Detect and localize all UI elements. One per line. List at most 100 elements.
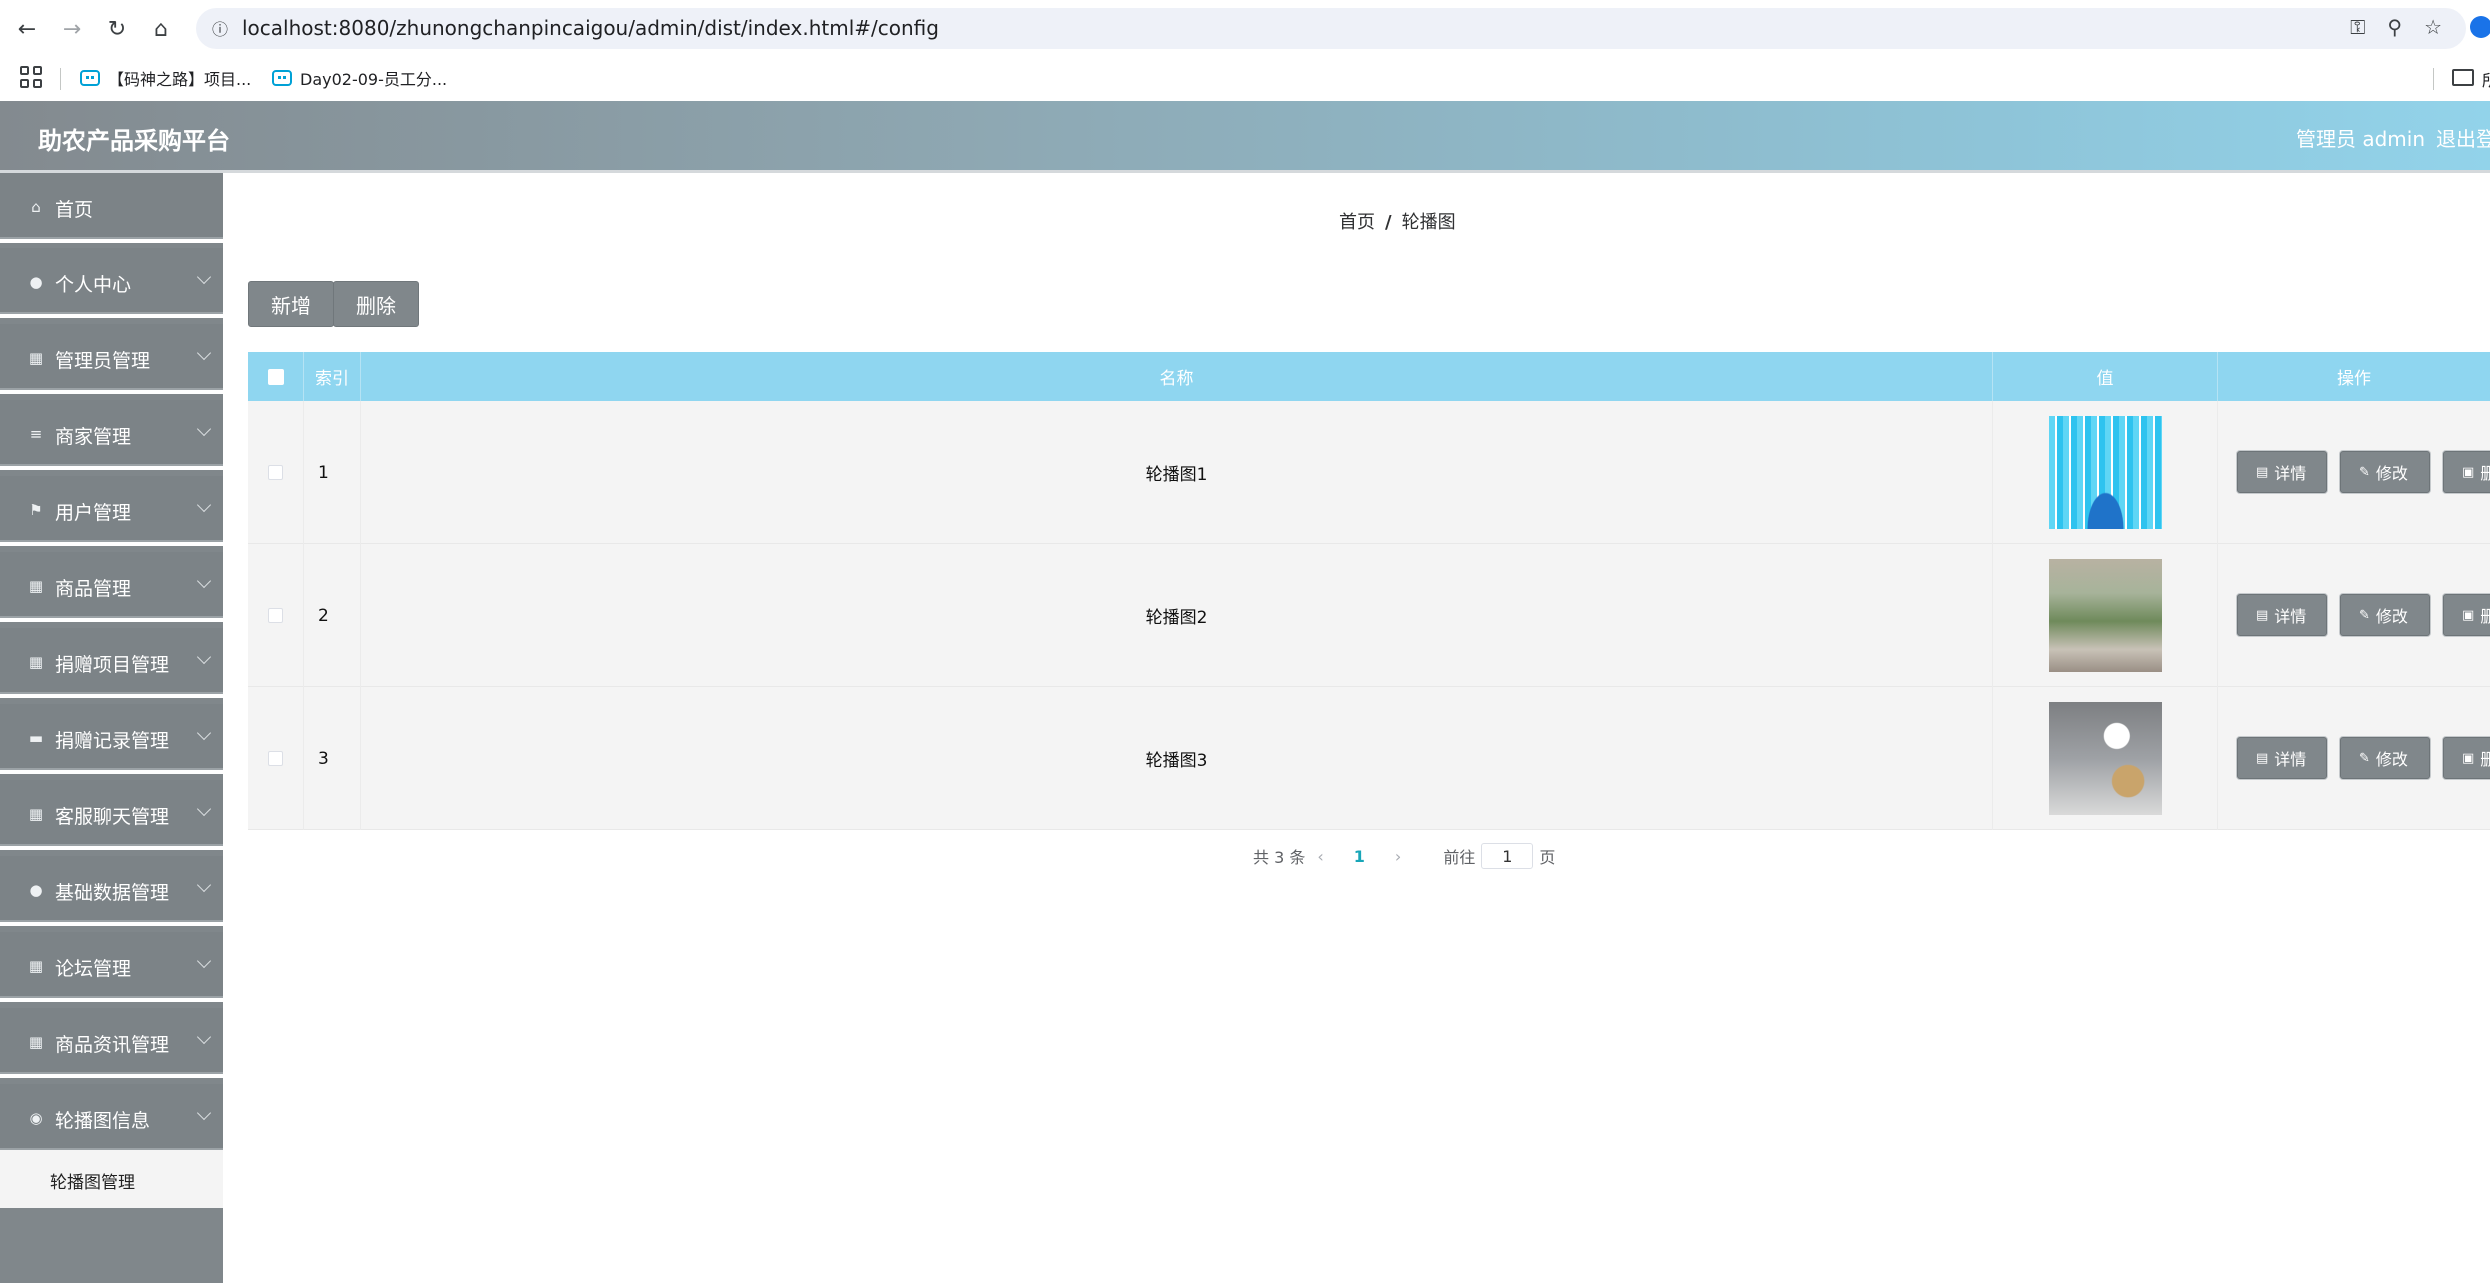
detail-label: 详情: [2274, 464, 2307, 483]
breadcrumb-home[interactable]: 首页: [1339, 212, 1375, 233]
detail-button[interactable]: ▤ 详情: [2237, 451, 2327, 493]
sidebar-item-customer-chat[interactable]: ▦ 客服聊天管理: [0, 780, 223, 850]
row-actions: ▤ 详情 ✎ 修改 ▣ 删除: [2218, 401, 2490, 544]
delete-label: 删除: [2480, 460, 2490, 484]
pagination-total: 共 3 条: [1253, 848, 1306, 867]
page-suffix: 页: [1539, 848, 1556, 867]
delete-button[interactable]: 删除: [333, 281, 419, 327]
sidebar-item-base-data[interactable]: ● 基础数据管理: [0, 856, 223, 926]
sidebar-item-label: 个人中心: [55, 274, 132, 296]
row-checkbox[interactable]: [248, 687, 304, 830]
grid-icon: ▦: [28, 805, 44, 823]
trash-icon: ▣: [2462, 464, 2475, 480]
home-icon: ⌂: [31, 198, 41, 216]
main-content: 首页 / 轮播图 新增 删除 索引 名称 值 操作 1 轮播图1 ▤ 详情 ✎ 修改 ▣…: [223, 173, 2490, 1283]
sidebar-item-personal-center[interactable]: ● 个人中心: [0, 248, 223, 318]
add-button[interactable]: 新增: [248, 281, 334, 327]
column-header-name: 名称: [361, 352, 1993, 401]
bookmark-star-icon[interactable]: ☆: [2424, 15, 2442, 39]
edit-button[interactable]: ✎ 修改: [2340, 594, 2430, 636]
sidebar-item-admin-management[interactable]: ▦ 管理员管理: [0, 324, 223, 394]
sidebar-item-label: 论坛管理: [55, 958, 132, 980]
sidebar-item-merchant-management[interactable]: ≡ 商家管理: [0, 400, 223, 470]
sidebar-item-product-management[interactable]: ▦ 商品管理: [0, 552, 223, 622]
row-index: 1: [304, 401, 361, 544]
grid-icon: ▦: [28, 653, 44, 671]
back-icon[interactable]: ←: [10, 12, 44, 46]
logout-link[interactable]: 退出登: [2436, 123, 2490, 152]
edit-icon: ✎: [2359, 464, 2370, 480]
sidebar-item-home[interactable]: ⌂ 首页: [0, 173, 223, 243]
row-name: 轮播图1: [361, 401, 1993, 544]
goto-page-input[interactable]: 1: [1481, 843, 1534, 869]
url-text: localhost:8080/zhunongchanpincaigou/admi…: [242, 16, 939, 40]
row-value: [1993, 544, 2218, 687]
pagination: 共 3 条 ‹ 1 › 前往 1 页: [1253, 843, 1555, 869]
detail-button[interactable]: ▤ 详情: [2237, 737, 2327, 779]
detail-label: 详情: [2274, 607, 2307, 626]
row-delete-button[interactable]: ▣ 删除: [2443, 737, 2490, 779]
chevron-down-icon: [196, 421, 212, 437]
sidebar-item-label: 商品管理: [55, 578, 132, 600]
carousel-thumbnail[interactable]: [2048, 702, 2162, 815]
row-delete-button[interactable]: ▣ 删除: [2443, 594, 2490, 636]
grid-icon: ▦: [28, 577, 44, 595]
chevron-down-icon: [196, 269, 212, 285]
chevron-down-icon: [196, 1105, 212, 1121]
table-row: 1 轮播图1 ▤ 详情 ✎ 修改 ▣ 删除: [248, 401, 2490, 544]
carousel-thumbnail[interactable]: [2048, 416, 2162, 529]
zoom-icon[interactable]: ⚲: [2387, 15, 2402, 39]
page-number-current[interactable]: 1: [1354, 847, 1365, 866]
chevron-down-icon: [196, 953, 212, 969]
app-header: 助农产品采购平台 管理员 admin 退出登: [0, 101, 2490, 170]
flag-icon: ⚑: [29, 501, 43, 519]
table-row: 3 轮播图3 ▤ 详情 ✎ 修改 ▣ 删除: [248, 687, 2490, 830]
bookmark-item[interactable]: Day02-09-员工分...: [272, 65, 447, 91]
address-bar[interactable]: ⓘ localhost:8080/zhunongchanpincaigou/ad…: [196, 8, 2466, 49]
sidebar-item-carousel-info[interactable]: ◉ 轮播图信息: [0, 1084, 223, 1154]
site-info-icon[interactable]: ⓘ: [208, 16, 232, 40]
row-delete-button[interactable]: ▣ 删除: [2443, 451, 2490, 493]
app-title: 助农产品采购平台: [38, 127, 230, 155]
chevron-down-icon: [196, 573, 212, 589]
reload-icon[interactable]: ↻: [100, 12, 134, 46]
profile-avatar[interactable]: [2470, 16, 2490, 38]
trash-icon: ▣: [2462, 607, 2475, 623]
edit-button[interactable]: ✎ 修改: [2340, 737, 2430, 779]
detail-button[interactable]: ▤ 详情: [2237, 594, 2327, 636]
sidebar-item-product-news[interactable]: ▦ 商品资讯管理: [0, 1008, 223, 1078]
next-page-icon[interactable]: ›: [1395, 847, 1401, 866]
row-checkbox[interactable]: [248, 401, 304, 544]
submenu-item-carousel-management[interactable]: 轮播图管理: [0, 1150, 223, 1208]
bookmark-folder-label[interactable]: 所: [2482, 67, 2490, 91]
select-all-checkbox[interactable]: [248, 352, 304, 401]
row-actions: ▤ 详情 ✎ 修改 ▣ 删除: [2218, 544, 2490, 687]
row-checkbox[interactable]: [248, 544, 304, 687]
grid-icon: ▦: [28, 957, 44, 975]
sidebar-item-forum-management[interactable]: ▦ 论坛管理: [0, 932, 223, 1002]
sidebar-item-donation-projects[interactable]: ▦ 捐赠项目管理: [0, 628, 223, 698]
sidebar-item-donation-records[interactable]: ▬ 捐赠记录管理: [0, 704, 223, 774]
sidebar-item-label: 用户管理: [55, 502, 132, 524]
sidebar-item-user-management[interactable]: ⚑ 用户管理: [0, 476, 223, 546]
breadcrumb-current: 轮播图: [1401, 212, 1456, 233]
carousel-thumbnail[interactable]: [2048, 559, 2162, 672]
sidebar-item-label: 基础数据管理: [55, 882, 170, 904]
edit-icon: ✎: [2359, 750, 2370, 766]
password-key-icon[interactable]: ⚿: [2350, 15, 2365, 39]
row-value: [1993, 401, 2218, 544]
home-page-icon[interactable]: ⌂: [144, 12, 178, 46]
bookmark-item[interactable]: 【码神之路】项目...: [80, 65, 251, 91]
chevron-down-icon: [196, 801, 212, 817]
edit-label: 修改: [2375, 464, 2408, 483]
user-icon: ●: [29, 881, 43, 899]
forward-icon[interactable]: →: [55, 12, 89, 46]
sidebar-item-label: 客服聊天管理: [55, 806, 170, 828]
column-header-value: 值: [1993, 352, 2218, 401]
apps-icon[interactable]: [20, 66, 42, 88]
chevron-down-icon: [196, 1029, 212, 1045]
bookmark-label: 【码神之路】项目...: [108, 70, 252, 89]
folder-icon[interactable]: [2452, 69, 2474, 86]
edit-button[interactable]: ✎ 修改: [2340, 451, 2430, 493]
prev-page-icon[interactable]: ‹: [1317, 847, 1323, 866]
